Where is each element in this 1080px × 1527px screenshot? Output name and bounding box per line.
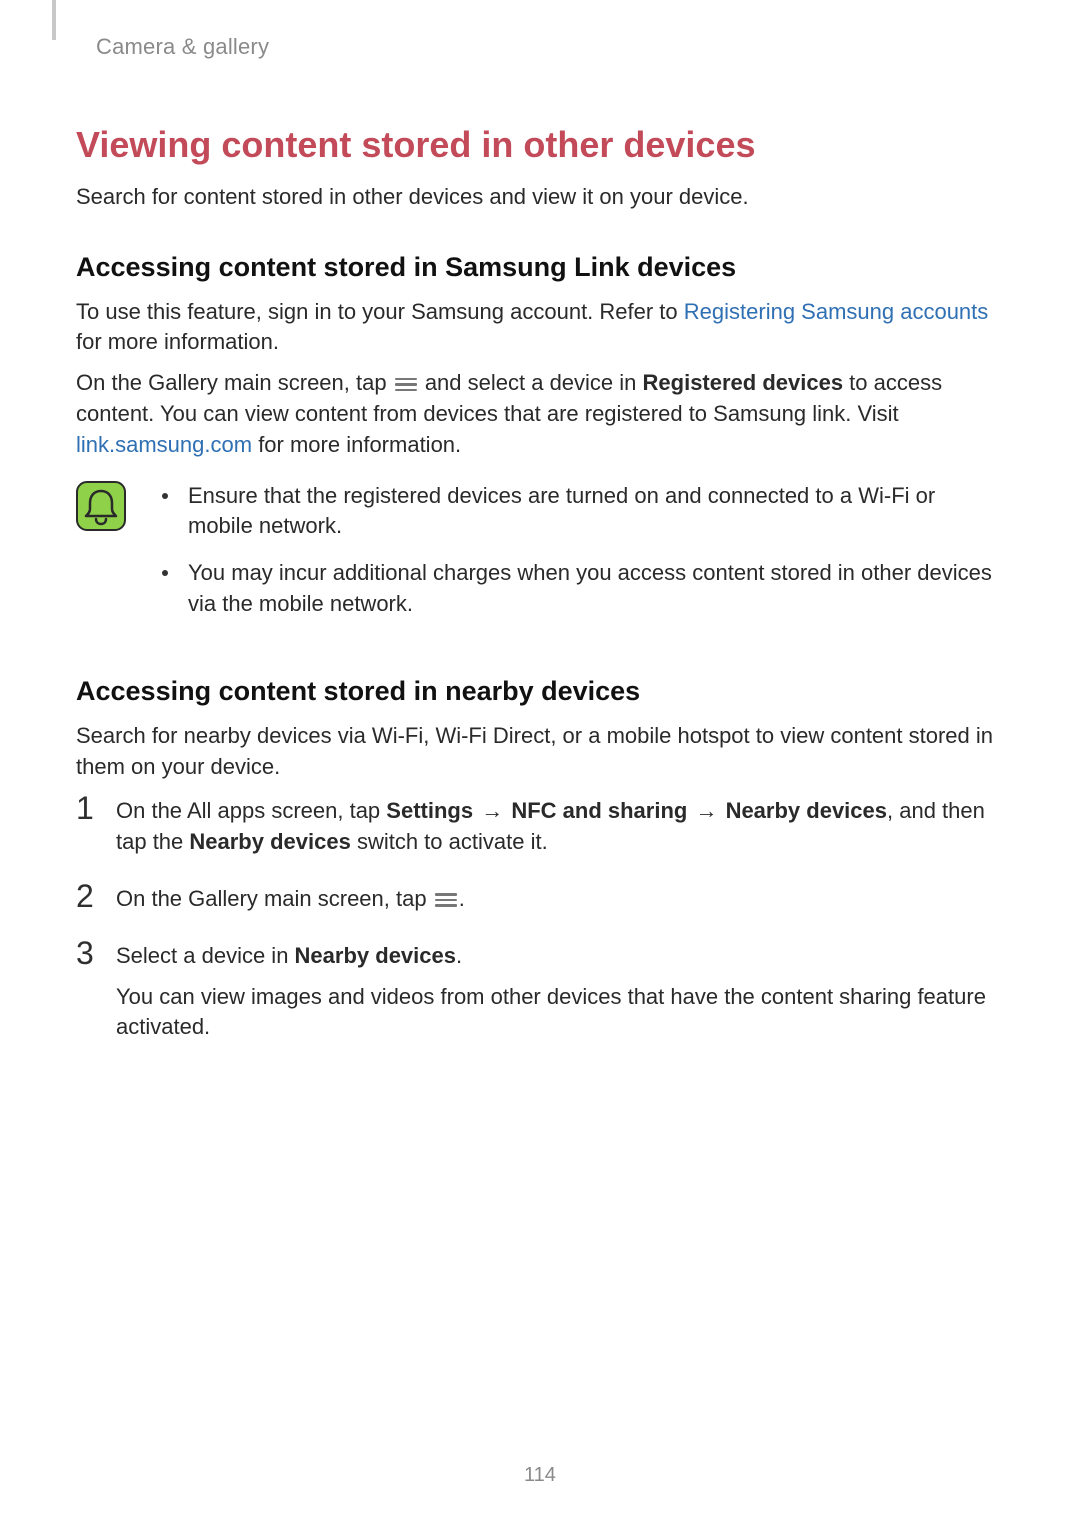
step-1: 1 On the All apps screen, tap Settings →…	[76, 792, 1004, 858]
note-text: Ensure that the registered devices are t…	[188, 481, 1004, 543]
bullet-icon	[162, 570, 168, 576]
text: On the All apps screen, tap	[116, 798, 386, 823]
text: .	[459, 886, 465, 911]
bold-registered-devices: Registered devices	[643, 370, 844, 395]
step-number: 1	[76, 792, 116, 824]
step-number: 2	[76, 880, 116, 912]
text: Select a device in	[116, 943, 295, 968]
paragraph-registered-devices: On the Gallery main screen, tap and sele…	[76, 368, 1004, 460]
note-text: You may incur additional charges when yo…	[188, 558, 1004, 620]
bold-nfc-sharing: NFC and sharing	[511, 798, 687, 823]
step-number: 3	[76, 937, 116, 969]
bullet-icon	[162, 493, 168, 499]
text: .	[456, 943, 462, 968]
note-item: Ensure that the registered devices are t…	[162, 481, 1004, 543]
text: switch to activate it.	[351, 829, 548, 854]
link-samsung-com[interactable]: link.samsung.com	[76, 432, 252, 457]
page-number: 114	[0, 1464, 1080, 1487]
section-title: Viewing content stored in other devices	[76, 124, 1004, 166]
step-body: On the All apps screen, tap Settings → N…	[116, 792, 1004, 858]
text: On the Gallery main screen, tap	[116, 886, 433, 911]
bold-nearby-devices: Nearby devices	[295, 943, 456, 968]
note-list: Ensure that the registered devices are t…	[162, 477, 1004, 636]
step-body: Select a device in Nearby devices. You c…	[116, 937, 1004, 1043]
text: To use this feature, sign in to your Sam…	[76, 299, 684, 324]
step-body: On the Gallery main screen, tap .	[116, 880, 1004, 915]
note-callout: Ensure that the registered devices are t…	[76, 477, 1004, 636]
arrow-icon: →	[687, 798, 725, 823]
text: On the Gallery main screen, tap	[76, 370, 393, 395]
step-2: 2 On the Gallery main screen, tap .	[76, 880, 1004, 915]
section-intro: Search for content stored in other devic…	[76, 182, 1004, 212]
text: for more information.	[252, 432, 461, 457]
breadcrumb: Camera & gallery	[96, 34, 1004, 60]
subhead-nearby-devices: Accessing content stored in nearby devic…	[76, 676, 1004, 707]
page-tab-edge	[52, 0, 56, 40]
link-registering-samsung-accounts[interactable]: Registering Samsung accounts	[684, 299, 989, 324]
text: for more information.	[76, 329, 279, 354]
menu-icon	[435, 890, 457, 910]
bold-settings: Settings	[386, 798, 473, 823]
arrow-icon: →	[473, 798, 511, 823]
paragraph-signin: To use this feature, sign in to your Sam…	[76, 297, 1004, 359]
paragraph-nearby-intro: Search for nearby devices via Wi-Fi, Wi-…	[76, 721, 1004, 783]
step-3: 3 Select a device in Nearby devices. You…	[76, 937, 1004, 1043]
menu-icon	[395, 375, 417, 395]
subhead-samsung-link: Accessing content stored in Samsung Link…	[76, 252, 1004, 283]
step-extra-text: You can view images and videos from othe…	[116, 982, 1004, 1044]
note-item: You may incur additional charges when yo…	[162, 558, 1004, 620]
text: and select a device in	[419, 370, 643, 395]
bold-nearby-devices-switch: Nearby devices	[189, 829, 350, 854]
bell-icon	[76, 481, 126, 536]
bold-nearby-devices: Nearby devices	[726, 798, 887, 823]
